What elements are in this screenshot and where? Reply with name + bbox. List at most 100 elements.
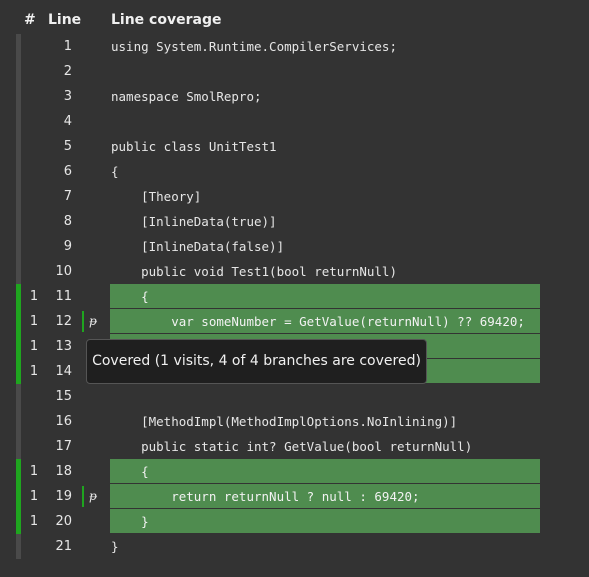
table-row: 1 19 ᵽ return returnNull ? null : 69420;	[0, 484, 589, 509]
uncovered-indicator	[16, 434, 21, 459]
table-row: 9 [InlineData(false)]	[0, 234, 589, 259]
source-code-line: }	[111, 514, 149, 529]
visits-count	[28, 59, 40, 84]
visits-count	[28, 409, 40, 434]
line-number: 11	[55, 289, 72, 304]
source-code-line: {	[111, 164, 119, 179]
visits-count: 1	[29, 514, 39, 529]
uncovered-indicator	[16, 59, 21, 84]
covered-line-highlight	[110, 459, 540, 483]
covered-indicator	[16, 309, 21, 334]
table-row: 4	[0, 109, 589, 134]
line-number: 21	[55, 539, 72, 554]
line-number: 5	[63, 139, 72, 154]
line-column-header[interactable]: Line	[48, 12, 81, 28]
line-background	[110, 59, 540, 83]
line-number: 7	[63, 189, 72, 204]
line-number: 12	[55, 314, 72, 329]
visits-count	[28, 234, 40, 259]
visits-count	[28, 109, 40, 134]
table-row: 17 public static int? GetValue(bool retu…	[0, 434, 589, 459]
source-code-line: {	[111, 464, 149, 479]
covered-indicator	[16, 359, 21, 384]
uncovered-indicator	[16, 234, 21, 259]
table-row: 7 [Theory]	[0, 184, 589, 209]
source-code-line: public static int? GetValue(bool returnN…	[111, 439, 473, 454]
branch-icon[interactable]: ᵽ	[82, 486, 98, 507]
source-code-line: using System.Runtime.CompilerServices;	[111, 39, 397, 54]
table-row: 6{	[0, 159, 589, 184]
visits-count	[28, 134, 40, 159]
visits-count	[28, 159, 40, 184]
visits-count: 1	[29, 289, 39, 304]
table-row: 21}	[0, 534, 589, 559]
uncovered-indicator	[16, 209, 21, 234]
line-number: 16	[55, 414, 72, 429]
line-number: 17	[55, 439, 72, 454]
source-code-line: }	[111, 539, 119, 554]
visits-count	[28, 384, 40, 409]
visits-count: 1	[29, 339, 39, 354]
line-number: 15	[55, 389, 72, 404]
uncovered-indicator	[16, 534, 21, 559]
source-code-line: public class UnitTest1	[111, 139, 277, 154]
visits-count: 1	[29, 364, 39, 379]
visits-count: 1	[29, 314, 39, 329]
uncovered-indicator	[16, 159, 21, 184]
table-row: 1 20 }	[0, 509, 589, 534]
uncovered-indicator	[16, 384, 21, 409]
line-number: 13	[55, 339, 72, 354]
table-row: 10 public void Test1(bool returnNull)	[0, 259, 589, 284]
covered-indicator	[16, 509, 21, 534]
table-row: 8 [InlineData(true)]	[0, 209, 589, 234]
coverage-rows: 1 using System.Runtime.CompilerServices; 2…	[0, 34, 589, 559]
source-code-line: [InlineData(false)]	[111, 239, 285, 254]
table-row: 16 [MethodImpl(MethodImplOptions.NoInlin…	[0, 409, 589, 434]
source-code-line: [Theory]	[111, 189, 202, 204]
table-row: 1 11 {	[0, 284, 589, 309]
visits-count	[28, 534, 40, 559]
source-code-line: [InlineData(true)]	[111, 214, 277, 229]
branch-icon[interactable]: ᵽ	[82, 311, 98, 332]
uncovered-indicator	[16, 34, 21, 59]
line-number: 2	[63, 64, 72, 79]
uncovered-indicator	[16, 109, 21, 134]
line-coverage-column-header[interactable]: Line coverage	[111, 12, 221, 28]
line-number: 9	[63, 239, 72, 254]
covered-indicator	[16, 334, 21, 359]
visits-count	[28, 184, 40, 209]
line-background	[110, 159, 540, 183]
table-row: 2	[0, 59, 589, 84]
coverage-tooltip: Covered (1 visits, 4 of 4 branches are c…	[86, 339, 427, 384]
visits-count	[28, 434, 40, 459]
uncovered-indicator	[16, 259, 21, 284]
covered-line-highlight	[110, 509, 540, 533]
line-number: 4	[63, 114, 72, 129]
line-background	[110, 534, 540, 558]
visits-count	[28, 209, 40, 234]
source-code-line: public void Test1(bool returnNull)	[111, 264, 397, 279]
source-code-line: namespace SmolRepro;	[111, 89, 262, 104]
source-code-line: [MethodImpl(MethodImplOptions.NoInlining…	[111, 414, 458, 429]
line-background	[110, 384, 540, 408]
table-row: 15	[0, 384, 589, 409]
line-number: 10	[55, 264, 72, 279]
table-row: 1 18 {	[0, 459, 589, 484]
line-number: 1	[63, 39, 72, 54]
covered-line-highlight	[110, 284, 540, 308]
line-number: 14	[55, 364, 72, 379]
line-background	[110, 109, 540, 133]
source-code-line: return returnNull ? null : 69420;	[111, 489, 420, 504]
visits-count	[28, 34, 40, 59]
covered-indicator	[16, 459, 21, 484]
uncovered-indicator	[16, 134, 21, 159]
covered-indicator	[16, 284, 21, 309]
uncovered-indicator	[16, 184, 21, 209]
line-number: 18	[55, 464, 72, 479]
covered-indicator	[16, 484, 21, 509]
table-row: 3 namespace SmolRepro;	[0, 84, 589, 109]
visits-column-header[interactable]: #	[24, 12, 36, 28]
line-number: 3	[63, 89, 72, 104]
uncovered-indicator	[16, 409, 21, 434]
line-number: 20	[55, 514, 72, 529]
